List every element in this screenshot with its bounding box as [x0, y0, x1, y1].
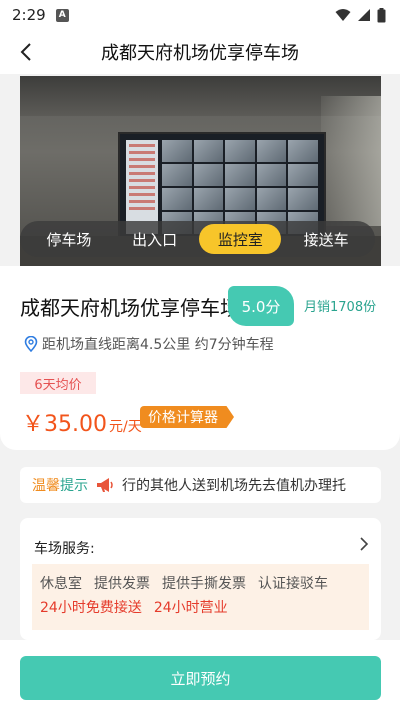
- tab-parking-lot[interactable]: 停车场: [28, 224, 110, 254]
- tab-entrance[interactable]: 出入口: [114, 224, 196, 254]
- service-chip: 提供手撕发票: [162, 576, 246, 592]
- services-card[interactable]: 车场服务: 休息室 提供发票 提供手撕发票 认证接驳车 24小时免费接送 24小…: [20, 518, 381, 640]
- nav-bar: 成都天府机场优享停车场: [0, 30, 400, 74]
- parking-name: 成都天府机场优享停车场: [20, 296, 240, 320]
- status-bar: 2:29 A: [0, 0, 400, 30]
- price-calculator-button[interactable]: 价格计算器: [140, 406, 234, 428]
- page-title: 成都天府机场优享停车场: [101, 43, 299, 64]
- avg-price-tag: 6天均价: [20, 372, 96, 394]
- price-amount: ￥35.00: [22, 412, 107, 437]
- service-chip: 提供发票: [94, 576, 150, 592]
- service-chip-highlight: 24小时免费接送: [40, 600, 142, 616]
- tab-monitor-room[interactable]: 监控室: [199, 224, 282, 254]
- hero-window-light: [321, 96, 381, 226]
- service-chips-row-1: 休息室 提供发票 提供手撕发票 认证接驳车: [40, 572, 361, 596]
- notice-bar: 温馨 提示 行的其他人送到机场先去值机办理托: [20, 467, 381, 503]
- distance-text: 距机场直线距离4.5公里 约7分钟车程: [42, 337, 274, 353]
- service-chips-row-2: 24小时免费接送 24小时营业: [40, 596, 361, 620]
- signal-icon: [358, 9, 370, 21]
- service-chips: 休息室 提供发票 提供手撕发票 认证接驳车 24小时免费接送 24小时营业: [32, 564, 369, 630]
- monitor-side-panel: [126, 140, 158, 234]
- service-chip: 认证接驳车: [258, 576, 328, 592]
- chevron-left-icon: [20, 43, 31, 61]
- location-pin-icon: [24, 336, 38, 352]
- wifi-icon: [335, 9, 351, 21]
- status-icons: [335, 7, 386, 23]
- monitor-grid: [162, 140, 318, 234]
- back-button[interactable]: [12, 38, 40, 66]
- service-chip-highlight: 24小时营业: [153, 600, 228, 616]
- status-time: 2:29: [12, 6, 46, 24]
- battery-icon: [377, 7, 386, 22]
- megaphone-icon: [97, 478, 113, 492]
- notice-prefix-1: 温馨: [32, 478, 60, 494]
- tab-shuttle[interactable]: 接送车: [285, 224, 367, 254]
- parking-info-card: 成都天府机场优享停车场 5.0分 月销1708份 距机场直线距离4.5公里 约7…: [0, 266, 400, 450]
- photo-tabs: 停车场 出入口 监控室 接送车: [20, 221, 375, 257]
- service-chip: 休息室: [40, 576, 82, 592]
- notice-text: 行的其他人送到机场先去值机办理托: [122, 478, 346, 494]
- price: ￥35.00 元/天: [22, 406, 142, 438]
- distance-info: 距机场直线距离4.5公里 约7分钟车程: [24, 334, 274, 354]
- notification-a-icon: A: [55, 8, 69, 22]
- price-unit: 元/天: [108, 419, 142, 435]
- services-label: 车场服务:: [34, 541, 95, 557]
- notice-prefix-2: 提示: [60, 478, 88, 494]
- book-now-button[interactable]: 立即预约: [20, 656, 381, 700]
- chevron-right-icon[interactable]: [359, 536, 369, 552]
- score-badge: 5.0分: [228, 286, 294, 326]
- monthly-sales: 月销1708份: [304, 300, 377, 315]
